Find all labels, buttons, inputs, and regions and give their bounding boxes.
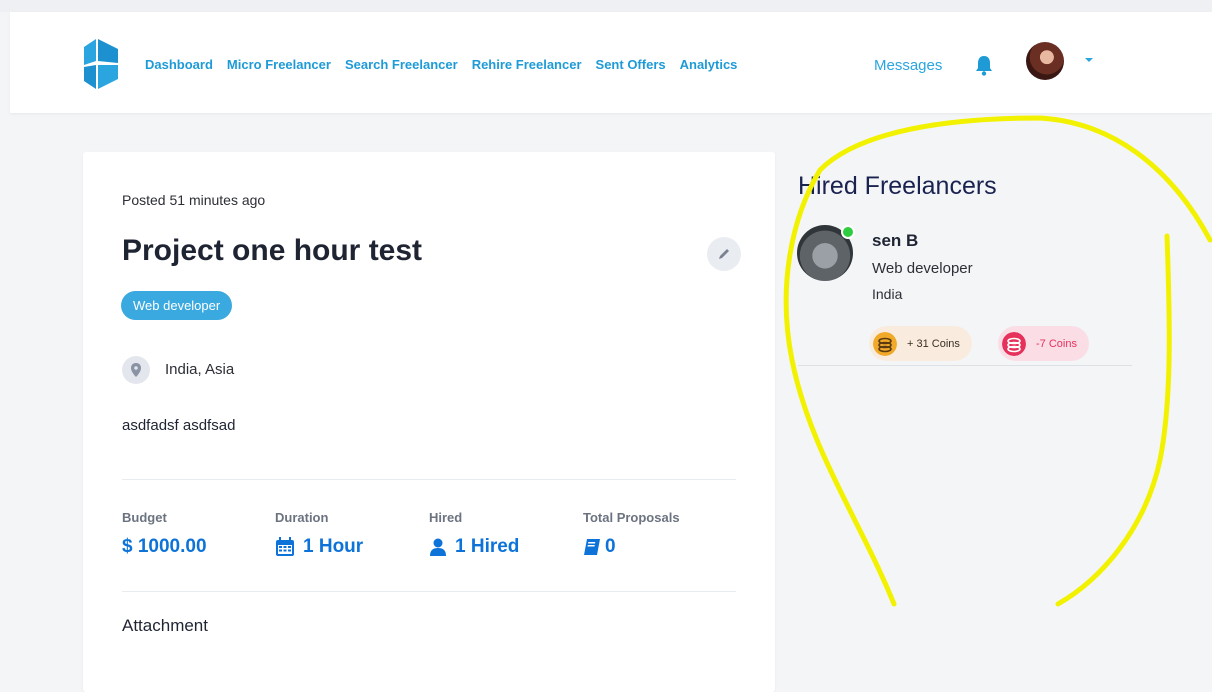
top-strip — [0, 0, 1212, 12]
book-icon — [584, 539, 600, 555]
calendar-icon — [276, 537, 294, 556]
coins-negative-text: -7 Coins — [1036, 337, 1077, 350]
stat-hired: Hired 1 Hired — [429, 510, 519, 558]
freelancer-name[interactable]: sen B — [872, 231, 918, 251]
attachment-heading: Attachment — [122, 616, 208, 635]
nav-search-freelancer[interactable]: Search Freelancer — [345, 57, 458, 72]
stat-label: Hired — [429, 510, 463, 525]
stat-value: 1 Hired — [455, 536, 520, 557]
nav-sent-offers[interactable]: Sent Offers — [596, 57, 666, 72]
coins-positive-text: + 31 Coins — [907, 337, 960, 350]
freelancer-country: India — [872, 286, 903, 302]
divider — [798, 365, 1132, 366]
pencil-icon — [719, 249, 729, 259]
coins-negative-badge: -7 Coins — [998, 326, 1089, 361]
nav-dashboard[interactable]: Dashboard — [145, 57, 213, 72]
brand-logo[interactable] — [84, 39, 118, 89]
stat-total-proposals: Total Proposals 0 — [583, 510, 680, 558]
hired-freelancers-title: Hired Freelancers — [798, 172, 997, 200]
project-card: Posted 51 minutes ago Project one hour t… — [83, 152, 775, 692]
coin-icon — [1002, 331, 1026, 356]
edit-button[interactable] — [707, 237, 741, 271]
user-avatar[interactable] — [1026, 42, 1064, 80]
stat-budget: Budget $ 1000.00 — [122, 510, 207, 558]
divider — [122, 591, 736, 592]
messages-link[interactable]: Messages — [874, 57, 942, 74]
skill-tag[interactable]: Web developer — [121, 291, 233, 320]
stat-value: $ 1000.00 — [122, 536, 207, 557]
stat-label: Budget — [122, 510, 167, 525]
project-title: Project one hour test — [122, 234, 423, 267]
chevron-down-icon[interactable] — [1085, 58, 1093, 62]
project-description: asdfadsf asdfsad — [122, 417, 236, 434]
nav-analytics[interactable]: Analytics — [680, 57, 738, 72]
bell-icon[interactable] — [973, 54, 995, 76]
posted-time: Posted 51 minutes ago — [122, 192, 266, 208]
stat-label: Total Proposals — [583, 510, 680, 525]
nav-micro-freelancer[interactable]: Micro Freelancer — [227, 57, 331, 72]
nav-rehire-freelancer[interactable]: Rehire Freelancer — [472, 57, 582, 72]
coin-icon — [873, 331, 897, 356]
stat-label: Duration — [275, 510, 329, 525]
stat-value: 0 — [605, 536, 616, 557]
location-pin-icon — [122, 356, 150, 384]
user-icon — [430, 538, 446, 556]
divider — [122, 479, 736, 480]
main-nav: Dashboard Micro Freelancer Search Freela… — [145, 57, 737, 72]
stat-duration: Duration 1 Hour — [275, 510, 363, 558]
stat-value: 1 Hour — [303, 536, 364, 557]
coins-positive-badge: + 31 Coins — [869, 326, 972, 361]
top-navbar: Dashboard Micro Freelancer Search Freela… — [10, 12, 1212, 113]
project-location: India, Asia — [165, 361, 235, 378]
freelancer-role: Web developer — [872, 260, 973, 277]
online-status-dot — [841, 225, 855, 239]
